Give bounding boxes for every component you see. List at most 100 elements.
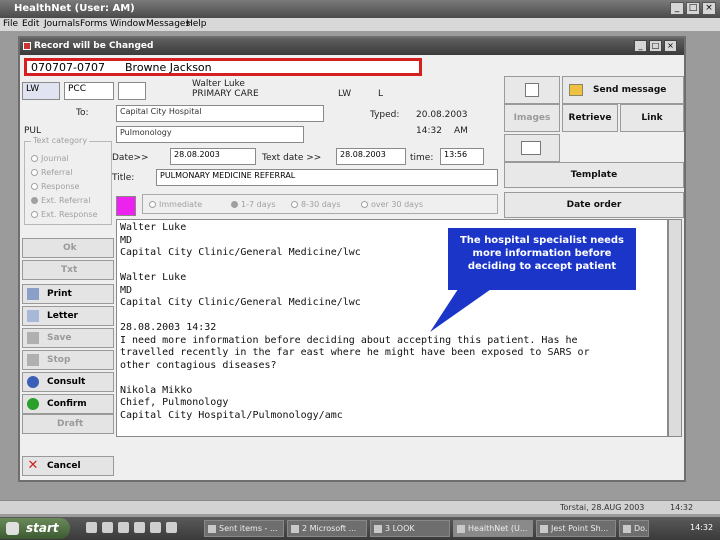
time-label: time: [410,153,434,163]
title-field[interactable]: PULMONARY MEDICINE REFERRAL [156,169,498,186]
minimize-button[interactable]: _ [670,2,684,15]
printer-icon [27,288,39,300]
letter-button[interactable]: Letter [22,306,114,326]
send-message-button[interactable]: Send message [562,76,684,104]
letter-icon [27,310,39,322]
message-line: 28.08.2003 14:32 [120,322,217,333]
message-line [120,310,664,323]
urgency-group: Immediate 1-7 days 8-30 days over 30 day… [142,194,498,214]
message-line: travelled recently in the far east where… [120,347,590,358]
title-label: Title: [112,173,135,183]
color-swatch[interactable] [116,196,136,216]
txt-button[interactable]: Txt [22,260,114,280]
maximize-button[interactable]: □ [686,2,700,15]
message-line: other contagious diseases? [120,359,277,371]
quick-launch-app-icon[interactable] [166,522,177,533]
radio-referral[interactable]: Referral [31,168,72,177]
menu-edit[interactable]: Edit [22,19,39,29]
start-label: start [26,521,59,535]
image-tool-button[interactable] [504,134,560,162]
cancel-button[interactable]: ✕ Cancel [22,456,114,476]
task-microsoft[interactable]: 2 Microsoft ... [287,520,367,537]
urgency-1-7-days[interactable]: 1-7 days [231,200,276,209]
radio-journal[interactable]: Journal [31,154,69,163]
start-button[interactable]: start [0,518,70,539]
dialog-close-button[interactable]: × [664,40,677,52]
dialog-minimize-button[interactable]: _ [634,40,647,52]
status-date: Torstai, 28.AUG 2003 [560,503,645,512]
app-menu-bar: File Edit Journals Forms Window Messages… [0,18,720,31]
quick-launch-mail-icon[interactable] [118,522,129,533]
quick-launch-folder-icon[interactable] [134,522,145,533]
from-name: Walter Luke [192,79,245,89]
text-date-field[interactable]: 28.08.2003 [336,148,406,165]
text-date-label: Text date >> [262,153,322,163]
sender-code-field[interactable]: LW [22,82,60,100]
typed-date: 20.08.2003 [416,110,468,120]
menu-file[interactable]: File [3,19,18,29]
date-order-button[interactable]: Date order [504,192,684,218]
consult-button[interactable]: Consult [22,372,114,392]
task-look[interactable]: 3 LOOK [370,520,450,537]
typed-label: Typed: [370,110,400,120]
send-message-label: Send message [593,85,667,95]
images-button[interactable]: Images [504,104,560,132]
quick-launch-desktop-icon[interactable] [102,522,113,533]
menu-forms[interactable]: Forms [80,19,107,29]
sender-unit-field[interactable]: PCC [64,82,114,100]
status-bar: Torstai, 28.AUG 2003 14:32 [0,500,720,514]
envelope-icon [569,84,583,96]
attach-button[interactable] [504,76,560,104]
radio-ext-response[interactable]: Ext. Response [31,210,97,219]
task-powerpoint[interactable]: Jest Point Sh... [536,520,616,537]
checkmark-icon [27,398,39,410]
menu-messages[interactable]: Messages [146,19,190,29]
date-label: Date>> [112,153,149,163]
from-code2: L [378,89,384,99]
task-sent-items[interactable]: Sent items - ... [204,520,284,537]
message-line: Capital City Clinic/General Medicine/lwc [120,297,361,308]
sender-extra-field[interactable] [118,82,146,100]
quick-launch-ie-icon[interactable] [86,522,97,533]
urgency-8-30-days[interactable]: 8-30 days [291,200,341,209]
task-healthnet[interactable]: HealthNet (U... [453,520,533,537]
confirm-button[interactable]: Confirm [22,394,114,414]
close-button[interactable]: × [702,2,716,15]
date-field[interactable]: 28.08.2003 [170,148,256,165]
cancel-x-icon: ✕ [27,458,39,473]
radio-ext-referral[interactable]: Ext. Referral [31,196,90,205]
message-scrollbar[interactable] [668,219,682,437]
department-field[interactable]: Pulmonology [116,126,304,143]
callout-bubble: The hospital specialist needs more infor… [448,228,636,290]
patient-name: Browne Jackson [125,61,212,74]
to-field[interactable]: Capital City Hospital [116,105,324,122]
dialog-maximize-button[interactable]: □ [649,40,662,52]
message-line: I need more information before deciding … [120,334,578,346]
stop-button[interactable]: Stop [22,350,114,370]
message-line: Chief, Pulmonology [120,397,229,408]
save-icon [27,332,39,344]
retrieve-button[interactable]: Retrieve [562,104,618,132]
menu-journals[interactable]: Journals [44,19,80,29]
to-label: To: [76,108,89,118]
task-do[interactable]: Do... [619,520,649,537]
ok-button[interactable]: Ok [22,238,114,258]
menu-help[interactable]: Help [186,19,207,29]
link-button[interactable]: Link [620,104,684,132]
print-button[interactable]: Print [22,284,114,304]
template-button[interactable]: Template [504,162,684,188]
quick-launch-media-icon[interactable] [150,522,161,533]
draft-button[interactable]: Draft [22,414,114,434]
urgency-immediate[interactable]: Immediate [149,200,202,209]
message-line: Capital City Hospital/Pulmonology/amc [120,409,343,421]
time-field[interactable]: 13:56 [440,148,484,165]
dialog-title-bar: Record will be Changed [20,38,684,55]
urgency-over-30-days[interactable]: over 30 days [361,200,423,209]
app-title: HealthNet (User: AM) [14,3,135,14]
paperclip-icon [525,83,539,97]
stop-icon [27,354,39,366]
radio-response[interactable]: Response [31,182,79,191]
save-button[interactable]: Save [22,328,114,348]
taskbar: start Sent items - ... 2 Microsoft ... 3… [0,517,720,540]
menu-window[interactable]: Window [110,19,146,29]
